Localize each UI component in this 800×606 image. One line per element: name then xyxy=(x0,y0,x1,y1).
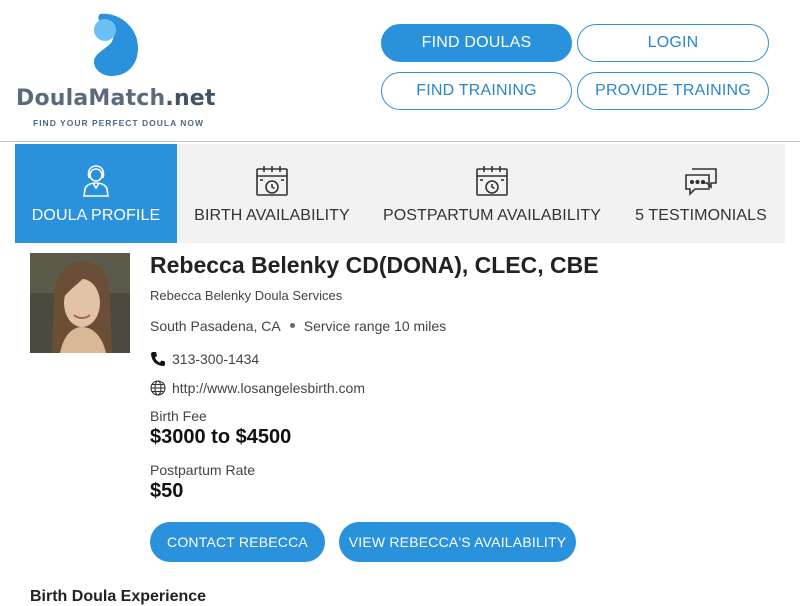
logo-wordmark[interactable]: DoulaMatch.net xyxy=(16,86,216,111)
phone-number[interactable]: 313-300-1434 xyxy=(172,351,259,367)
tab-doula-profile[interactable]: DOULA PROFILE xyxy=(15,144,177,243)
service-range: Service range 10 miles xyxy=(303,318,447,334)
tab-label: BIRTH AVAILABILITY xyxy=(194,207,350,224)
birth-fee-value: $3000 to $4500 xyxy=(150,426,292,448)
logo-name: DoulaMatch xyxy=(16,86,166,111)
tab-label: POSTPARTUM AVAILABILITY xyxy=(382,207,602,224)
postpartum-rate-value: $50 xyxy=(150,480,184,502)
calendar-clock-icon xyxy=(472,161,512,201)
find-doulas-button[interactable]: FIND DOULAS xyxy=(381,24,572,62)
calendar-clock-icon xyxy=(252,161,292,201)
profile-tabs: DOULA PROFILE BIRTH AVAILABILITY POSTPAR… xyxy=(15,144,785,243)
location: South Pasadena, CA xyxy=(150,318,281,334)
doula-name: Rebecca Belenky CD(DONA), CLEC, CBE xyxy=(150,252,599,278)
provide-training-button[interactable]: PROVIDE TRAINING xyxy=(577,72,769,110)
website-link[interactable]: http://www.losangelesbirth.com xyxy=(172,380,365,396)
birth-fee-label: Birth Fee xyxy=(150,408,207,424)
site-header: DoulaMatch.net FIND YOUR PERFECT DOULA N… xyxy=(0,0,800,142)
view-availability-button[interactable]: VIEW REBECCA'S AVAILABILITY xyxy=(339,522,576,562)
business-name: Rebecca Belenky Doula Services xyxy=(150,288,343,303)
doula-person-icon xyxy=(76,161,116,201)
find-training-button[interactable]: FIND TRAINING xyxy=(381,72,572,110)
phone-icon xyxy=(150,351,166,367)
logo-tagline: FIND YOUR PERFECT DOULA NOW xyxy=(33,118,205,128)
chat-bubbles-icon xyxy=(681,161,721,201)
separator-dot xyxy=(289,322,295,328)
tab-label: DOULA PROFILE xyxy=(31,207,161,224)
login-button[interactable]: LOGIN xyxy=(577,24,769,62)
globe-icon xyxy=(150,380,166,396)
contact-button[interactable]: CONTACT REBECCA xyxy=(150,522,325,562)
website-row[interactable]: http://www.losangelesbirth.com xyxy=(150,380,365,396)
location-row: South Pasadena, CA Service range 10 mile… xyxy=(150,318,446,334)
doula-photo xyxy=(30,253,130,353)
tab-birth-availability[interactable]: BIRTH AVAILABILITY xyxy=(177,144,367,243)
phone-row[interactable]: 313-300-1434 xyxy=(150,351,259,367)
tab-testimonials[interactable]: 5 TESTIMONIALS xyxy=(617,144,785,243)
section-title: Birth Doula Experience xyxy=(30,588,207,605)
tab-postpartum-availability[interactable]: POSTPARTUM AVAILABILITY xyxy=(367,144,617,243)
logo-tld: .net xyxy=(165,86,216,111)
logo-icon[interactable] xyxy=(90,10,146,82)
tab-label: 5 TESTIMONIALS xyxy=(635,207,767,224)
postpartum-rate-label: Postpartum Rate xyxy=(150,462,256,478)
